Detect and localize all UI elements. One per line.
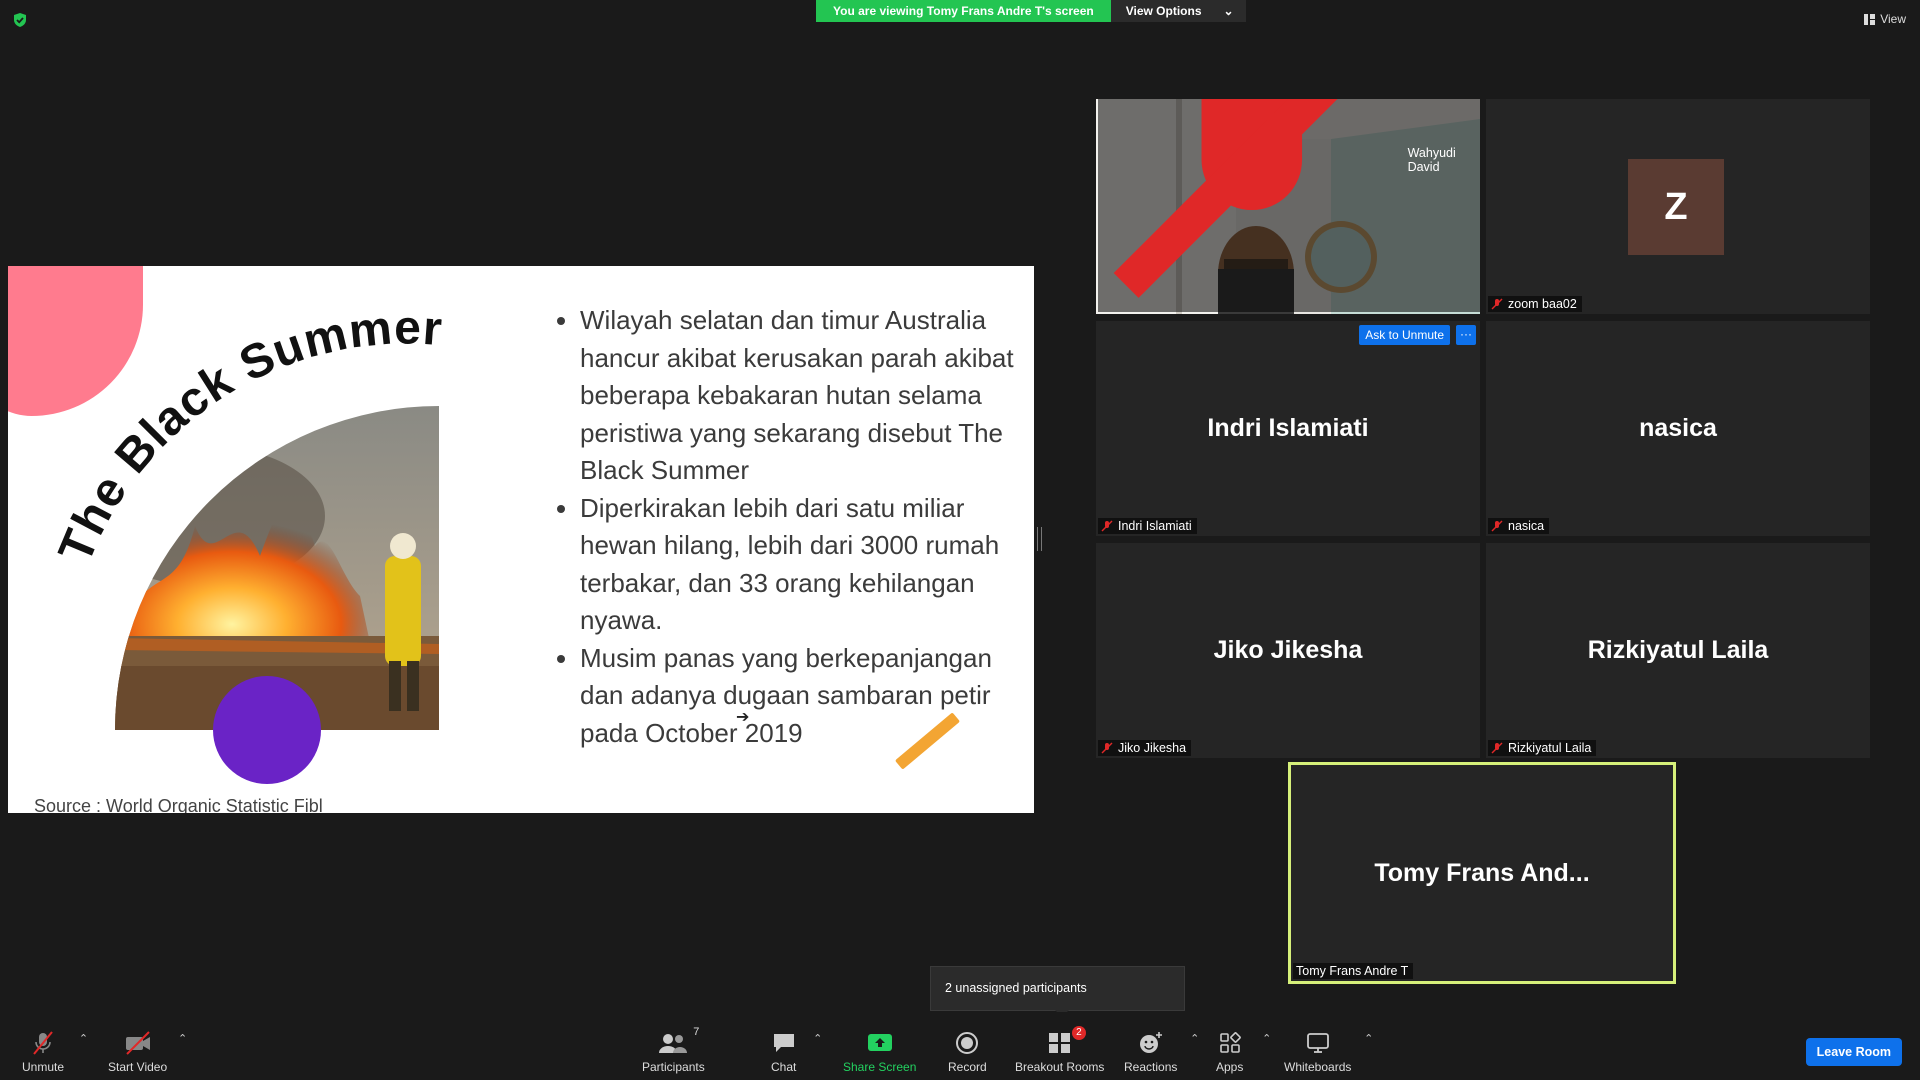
unmute-button[interactable]: Unmute ⌃ <box>22 1030 88 1074</box>
breakout-rooms-button[interactable]: 2 Breakout Rooms <box>1015 1026 1105 1074</box>
audio-options-caret-icon[interactable]: ⌃ <box>79 1032 88 1045</box>
chat-options-caret-icon[interactable]: ⌃ <box>813 1032 822 1045</box>
participant-name-label: zoom baa02 <box>1488 296 1582 312</box>
whiteboards-button[interactable]: Whiteboards ⌃ <box>1284 1030 1373 1074</box>
participant-tile[interactable]: Jiko Jikesha Jiko Jikesha <box>1096 543 1480 758</box>
video-off-icon <box>125 1031 150 1055</box>
chat-icon <box>773 1034 794 1052</box>
unassigned-participants-tooltip: 2 unassigned participants <box>930 966 1185 1017</box>
chevron-down-icon: ⌄ <box>1223 4 1234 18</box>
participant-tile[interactable]: nasica nasica <box>1486 321 1870 536</box>
meeting-toolbar: Unmute ⌃ Start Video ⌃ 7 Participants Ch… <box>0 1012 1920 1080</box>
whiteboard-icon <box>1306 1033 1329 1053</box>
apps-icon <box>1219 1032 1241 1053</box>
svg-text:The Black Summer: The Black Summer <box>49 301 445 570</box>
apps-label: Apps <box>1216 1060 1244 1074</box>
muted-mic-icon <box>1113 99 1338 299</box>
participant-name: nasica <box>1508 519 1545 533</box>
participants-count: 7 <box>693 1026 700 1038</box>
viewing-screen-label: You are viewing Tomy Frans Andre T's scr… <box>816 0 1111 22</box>
muted-mic-icon <box>1101 742 1113 754</box>
muted-mic-icon <box>1491 520 1503 532</box>
participant-name-label: Jiko Jikesha <box>1098 740 1192 756</box>
reactions-options-caret-icon[interactable]: ⌃ <box>1190 1032 1199 1045</box>
reactions-label: Reactions <box>1124 1060 1178 1074</box>
muted-mic-icon <box>33 1031 53 1055</box>
slide-bullet: Diperkirakan lebih dari satu miliar hewa… <box>580 490 1034 640</box>
share-screen-icon <box>867 1034 892 1051</box>
whiteboards-options-caret-icon[interactable]: ⌃ <box>1364 1032 1373 1045</box>
unmute-label: Unmute <box>22 1060 65 1074</box>
participant-name: Wahyudi David <box>1407 146 1456 175</box>
breakout-rooms-badge: 2 <box>1072 1026 1086 1040</box>
participant-name-label: Wahyudi David <box>1098 99 1480 312</box>
participant-name: Rizkiyatul Laila <box>1508 741 1592 755</box>
participant-name-label: Indri Islamiati <box>1098 518 1197 534</box>
chat-button[interactable]: Chat ⌃ <box>771 1030 822 1074</box>
participants-label: Participants <box>642 1060 705 1074</box>
breakout-rooms-icon <box>1048 1033 1070 1053</box>
whiteboards-label: Whiteboards <box>1284 1060 1352 1074</box>
participant-name: zoom baa02 <box>1508 297 1577 311</box>
share-screen-label: Share Screen <box>843 1060 917 1074</box>
pointer-cursor-icon: ➔ <box>736 709 750 726</box>
video-options-caret-icon[interactable]: ⌃ <box>178 1032 187 1045</box>
participants-icon <box>659 1034 688 1053</box>
slide-source: Source : World Organic Statistic Fibl <box>34 796 323 813</box>
participant-display-name: Jiko Jikesha <box>1213 636 1363 664</box>
view-label: View <box>1880 12 1906 26</box>
participant-display-name: Rizkiyatul Laila <box>1587 636 1769 664</box>
participant-tile[interactable]: Wahyudi David <box>1096 99 1480 314</box>
view-options-label: View Options <box>1125 4 1202 18</box>
purple-decor-circle <box>213 676 321 784</box>
breakout-rooms-label: Breakout Rooms <box>1015 1060 1105 1074</box>
participant-tile[interactable]: Rizkiyatul Laila Rizkiyatul Laila <box>1486 543 1870 758</box>
chat-label: Chat <box>771 1060 797 1074</box>
start-video-button[interactable]: Start Video ⌃ <box>108 1030 187 1074</box>
reactions-button[interactable]: Reactions ⌃ <box>1124 1030 1199 1074</box>
record-icon <box>956 1032 979 1054</box>
slide-bullet: Wilayah selatan dan timur Australia hanc… <box>580 302 1034 490</box>
grid-view-icon <box>1864 13 1876 25</box>
view-button[interactable]: View <box>1864 12 1906 26</box>
screen-share-banner: You are viewing Tomy Frans Andre T's scr… <box>816 0 1246 22</box>
participant-tile[interactable]: Indri Islamiati Ask to Unmute ··· Indri … <box>1096 321 1480 536</box>
participant-name: Jiko Jikesha <box>1118 741 1187 755</box>
encryption-shield-icon[interactable] <box>12 12 28 28</box>
leave-room-button[interactable]: Leave Room <box>1805 1038 1902 1066</box>
participant-name-label: Tomy Frans Andre T <box>1293 963 1414 979</box>
ask-to-unmute-button[interactable]: Ask to Unmute <box>1359 325 1450 345</box>
muted-mic-icon <box>1491 298 1503 310</box>
participant-avatar: Z <box>1628 159 1724 255</box>
participant-name-label: Rizkiyatul Laila <box>1488 740 1597 756</box>
reactions-icon <box>1139 1032 1162 1053</box>
participant-name-label: nasica <box>1488 518 1550 534</box>
apps-options-caret-icon[interactable]: ⌃ <box>1262 1032 1271 1045</box>
share-screen-button[interactable]: Share Screen <box>843 1030 916 1074</box>
record-label: Record <box>948 1060 987 1074</box>
active-speaker-tile[interactable]: Tomy Frans And... Tomy Frans Andre T <box>1288 762 1676 984</box>
shared-screen-slide: The Black Summer Wilayah selatan dan tim… <box>8 266 1034 813</box>
muted-mic-icon <box>1101 520 1113 532</box>
participant-display-name: Tomy Frans And... <box>1374 858 1590 887</box>
record-button[interactable]: Record <box>948 1030 987 1074</box>
slide-bullet: Musim panas yang berkepanjangan dan adan… <box>580 640 1034 753</box>
participant-display-name: Indri Islamiati <box>1207 414 1369 442</box>
participant-tile[interactable]: Z zoom baa02 <box>1486 99 1870 314</box>
slide-title: The Black Summer <box>49 301 444 570</box>
start-video-label: Start Video <box>108 1060 168 1074</box>
participant-name: Indri Islamiati <box>1118 519 1192 533</box>
slide-bullets: Wilayah selatan dan timur Australia hanc… <box>546 302 1034 752</box>
participants-button[interactable]: 7 Participants <box>642 1026 705 1074</box>
apps-button[interactable]: Apps ⌃ <box>1216 1030 1271 1074</box>
more-options-button[interactable]: ··· <box>1456 325 1476 345</box>
slide-title-arc: The Black Summer <box>49 301 445 570</box>
participant-display-name: nasica <box>1639 414 1717 442</box>
resize-handle[interactable] <box>1037 527 1042 551</box>
participant-name: Tomy Frans Andre T <box>1296 964 1409 978</box>
muted-mic-icon <box>1491 742 1503 754</box>
view-options-button[interactable]: View Options ⌄ <box>1110 0 1246 22</box>
